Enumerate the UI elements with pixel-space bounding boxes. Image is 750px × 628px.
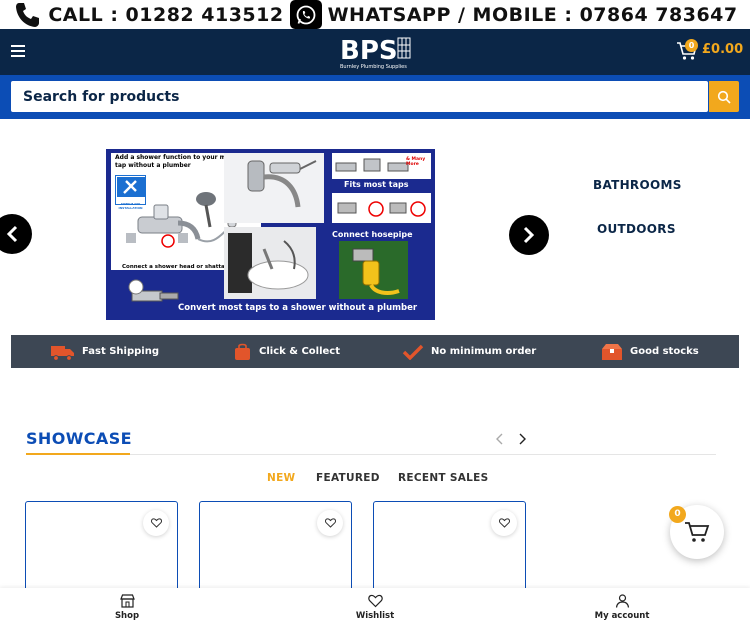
search-button[interactable]	[709, 81, 739, 112]
showcase-next-icon[interactable]	[515, 432, 529, 446]
call-text: CALL : 01282 413512	[48, 3, 284, 26]
feature-click-collect: Click & Collect	[233, 335, 340, 368]
chevron-left-icon	[6, 225, 18, 243]
search-box	[11, 81, 708, 112]
feature-label: Good stocks	[630, 346, 699, 357]
bottom-nav-account[interactable]: My account	[582, 594, 662, 621]
bottom-nav-label: Shop	[114, 611, 140, 621]
heart-icon	[498, 518, 510, 528]
bottom-navigation: Shop Wishlist My account	[0, 588, 750, 628]
bottom-nav-shop[interactable]: Shop	[87, 594, 167, 621]
bottom-nav-label: Wishlist	[355, 611, 395, 621]
heart-icon	[324, 518, 336, 528]
tab-recent-sales[interactable]: RECENT SALES	[398, 472, 488, 484]
truck-icon	[51, 345, 74, 361]
phone-icon	[16, 3, 40, 27]
chevron-right-icon	[523, 226, 535, 244]
slider-prev-button[interactable]	[0, 214, 32, 254]
contact-bar: CALL : 01282 413512 WHATSAPP / MOBILE : …	[0, 0, 750, 29]
product-card[interactable]	[199, 501, 352, 601]
showcase-title: SHOWCASE	[26, 429, 132, 448]
feature-label: Fast Shipping	[82, 346, 159, 357]
feature-fast-shipping: Fast Shipping	[51, 335, 159, 368]
feature-no-minimum: No minimum order	[402, 335, 536, 368]
bag-icon	[235, 343, 250, 360]
whatsapp-link[interactable]: WHATSAPP / MOBILE : 07864 783647	[328, 4, 738, 26]
showcase-prev-icon[interactable]	[493, 432, 507, 446]
product-card[interactable]	[25, 501, 178, 601]
whatsapp-icon[interactable]	[289, 0, 322, 29]
hamburger-menu-icon[interactable]	[11, 45, 25, 57]
cart-icon	[685, 522, 710, 542]
banner-more-text: & Many More	[406, 157, 426, 167]
header-cart-count: 0	[685, 39, 698, 52]
heart-icon	[367, 594, 383, 608]
taps-image	[335, 158, 409, 172]
whatsapp-text: WHATSAPP / MOBILE : 07864 783647	[327, 3, 738, 26]
shop-icon	[119, 594, 135, 608]
bottom-nav-label: My account	[594, 611, 650, 621]
floating-cart-count: 0	[669, 506, 686, 523]
add-to-wishlist-button[interactable]	[143, 510, 169, 536]
sink-image	[228, 233, 309, 293]
product-card[interactable]	[373, 501, 526, 601]
banner-shower-caption: Connect a shower head or shattaf	[122, 264, 228, 270]
tab-new[interactable]: NEW	[267, 472, 295, 484]
header-cart-total[interactable]: £0.00	[702, 42, 743, 57]
feature-label: Click & Collect	[259, 346, 341, 357]
call-link[interactable]: CALL : 01282 413512	[12, 0, 283, 29]
feature-good-stocks: Good stocks	[601, 335, 699, 368]
banner-fits-text: Fits most taps	[344, 180, 409, 189]
features-bar: Fast Shipping Click & Collect No minimum…	[11, 335, 739, 368]
search-icon	[717, 90, 731, 104]
logo-text: BPS	[340, 36, 398, 66]
search-band	[0, 75, 750, 119]
check-icon	[402, 344, 424, 360]
heart-icon	[150, 518, 162, 528]
banner-hose-text: Connect hosepipe	[332, 230, 413, 239]
feature-label: No minimum order	[431, 346, 537, 357]
promo-banner[interactable]: Add a shower function to your mixer tap …	[106, 149, 435, 320]
user-icon	[615, 594, 629, 608]
add-to-wishlist-button[interactable]	[491, 510, 517, 536]
valve-image	[128, 279, 179, 302]
category-bathrooms[interactable]: BATHROOMS	[593, 178, 682, 192]
bottom-nav-wishlist[interactable]: Wishlist	[335, 594, 415, 621]
search-input[interactable]	[11, 81, 708, 112]
banner-headline: Add a shower function to your mixer tap …	[115, 154, 239, 169]
hose-image	[352, 248, 400, 295]
showcase-underline	[26, 453, 130, 455]
shower-attachment-image	[247, 160, 317, 208]
logo-subtext: Burnley Plumbing Supplies	[340, 64, 407, 70]
adapters-image	[337, 201, 426, 217]
site-header: BPS Burnley Plumbing Supplies	[0, 29, 750, 75]
slider-next-button[interactable]	[509, 215, 549, 255]
site-logo[interactable]: BPS Burnley Plumbing Supplies	[339, 33, 413, 71]
tab-featured[interactable]: FEATURED	[316, 472, 380, 484]
box-icon	[602, 343, 622, 360]
add-to-wishlist-button[interactable]	[317, 510, 343, 536]
banner-bottom-text: Convert most taps to a shower without a …	[178, 303, 418, 313]
category-outdoors[interactable]: OUTDOORS	[597, 222, 676, 236]
